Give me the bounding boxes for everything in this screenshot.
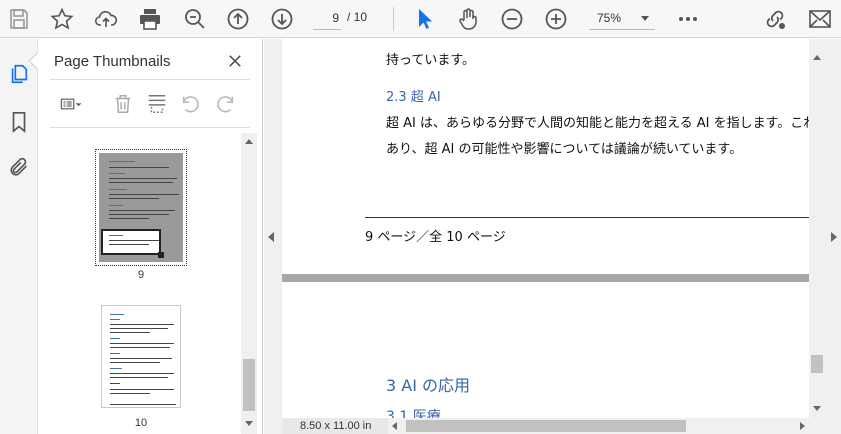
page-number-input[interactable] <box>313 6 341 30</box>
panel-title: Page Thumbnails <box>54 53 171 70</box>
page-up-icon[interactable] <box>223 4 253 34</box>
thumbnail-scrollbar[interactable] <box>241 133 257 434</box>
close-icon[interactable] <box>224 50 246 72</box>
footer-rule <box>365 217 809 218</box>
extract-page-icon[interactable] <box>144 91 170 117</box>
page-total: / 10 <box>347 10 368 24</box>
thumbnail-page-9[interactable] <box>95 149 187 266</box>
top-toolbar: / 10 75% <box>0 0 841 38</box>
section-heading: 2.3 超 AI <box>386 90 441 105</box>
zoom-search-icon[interactable] <box>180 4 210 34</box>
rotate-counterclockwise-icon[interactable] <box>178 91 204 117</box>
zoom-out-icon[interactable] <box>497 4 527 34</box>
scroll-down-icon[interactable] <box>813 406 821 411</box>
document-page-9: 持っています。 2.3 超 AI 超 AI は、あらゆる分野で人間の知能と能力を… <box>282 39 809 274</box>
thumbnail-options-button[interactable] <box>52 91 90 117</box>
delete-icon[interactable] <box>110 91 136 117</box>
page-thumbnails-panel: Page Thumbnails 9 10 <box>28 39 263 434</box>
zoom-value: 75% <box>597 11 622 25</box>
zoom-dropdown[interactable]: 75% <box>589 6 655 30</box>
email-icon[interactable] <box>805 4 835 34</box>
save-icon[interactable] <box>4 4 34 34</box>
thumbnail-list: 9 10 <box>38 133 240 434</box>
scroll-right-icon[interactable] <box>800 422 805 430</box>
chevron-down-icon <box>641 16 649 21</box>
document-scrollbar[interactable] <box>809 39 825 418</box>
body-text: 持っています。 <box>386 53 476 68</box>
thumbnail-label: 10 <box>134 417 148 429</box>
toolbar-divider <box>393 7 394 31</box>
print-icon[interactable] <box>135 4 165 34</box>
zoom-in-icon[interactable] <box>541 4 571 34</box>
upload-cloud-icon[interactable] <box>91 4 121 34</box>
page-separator <box>282 274 809 282</box>
collapse-right-icon[interactable] <box>831 232 837 242</box>
document-page-10: 3 AI の応用 3.1 医療 <box>282 282 809 418</box>
resize-handle[interactable] <box>158 252 164 258</box>
more-icon[interactable] <box>673 4 703 34</box>
scrollbar-thumb[interactable] <box>406 420 686 432</box>
scroll-up-icon[interactable] <box>245 139 253 144</box>
collapse-left-icon[interactable] <box>268 232 274 242</box>
share-link-icon[interactable] <box>760 4 790 34</box>
scroll-up-icon[interactable] <box>813 55 821 60</box>
page-thumbnails-icon[interactable] <box>4 59 34 89</box>
scroll-left-icon[interactable] <box>392 422 397 430</box>
divider <box>50 79 250 80</box>
scroll-down-icon[interactable] <box>245 421 253 426</box>
bookmark-icon[interactable] <box>4 107 34 137</box>
body-text: 超 AI は、あらゆる分野で人間の知能と能力を超える AI を指します。これは理… <box>386 116 809 131</box>
body-text: あり、超 AI の可能性や影響については議論が続いています。 <box>386 142 743 157</box>
page-down-icon[interactable] <box>267 4 297 34</box>
visible-area-indicator[interactable] <box>101 229 161 255</box>
page-footer: 9 ページ／全 10 ページ <box>365 230 506 245</box>
select-pointer-icon[interactable] <box>409 4 439 34</box>
subsection-heading: 3.1 医療 <box>386 409 441 418</box>
rotate-clockwise-icon[interactable] <box>212 91 238 117</box>
star-icon[interactable] <box>47 4 77 34</box>
left-rail <box>0 39 38 434</box>
attachment-icon[interactable] <box>4 152 34 182</box>
divider <box>50 127 250 128</box>
thumbnail-label: 9 <box>137 269 145 281</box>
thumbnail-page-10[interactable] <box>101 305 181 408</box>
horizontal-scrollbar[interactable] <box>388 418 809 434</box>
section-heading: 3 AI の応用 <box>386 376 471 395</box>
scrollbar-thumb[interactable] <box>811 355 823 373</box>
page-size-status: 8.50 x 11.00 in <box>282 418 388 434</box>
scrollbar-thumb[interactable] <box>243 359 255 411</box>
hand-icon[interactable] <box>453 4 483 34</box>
